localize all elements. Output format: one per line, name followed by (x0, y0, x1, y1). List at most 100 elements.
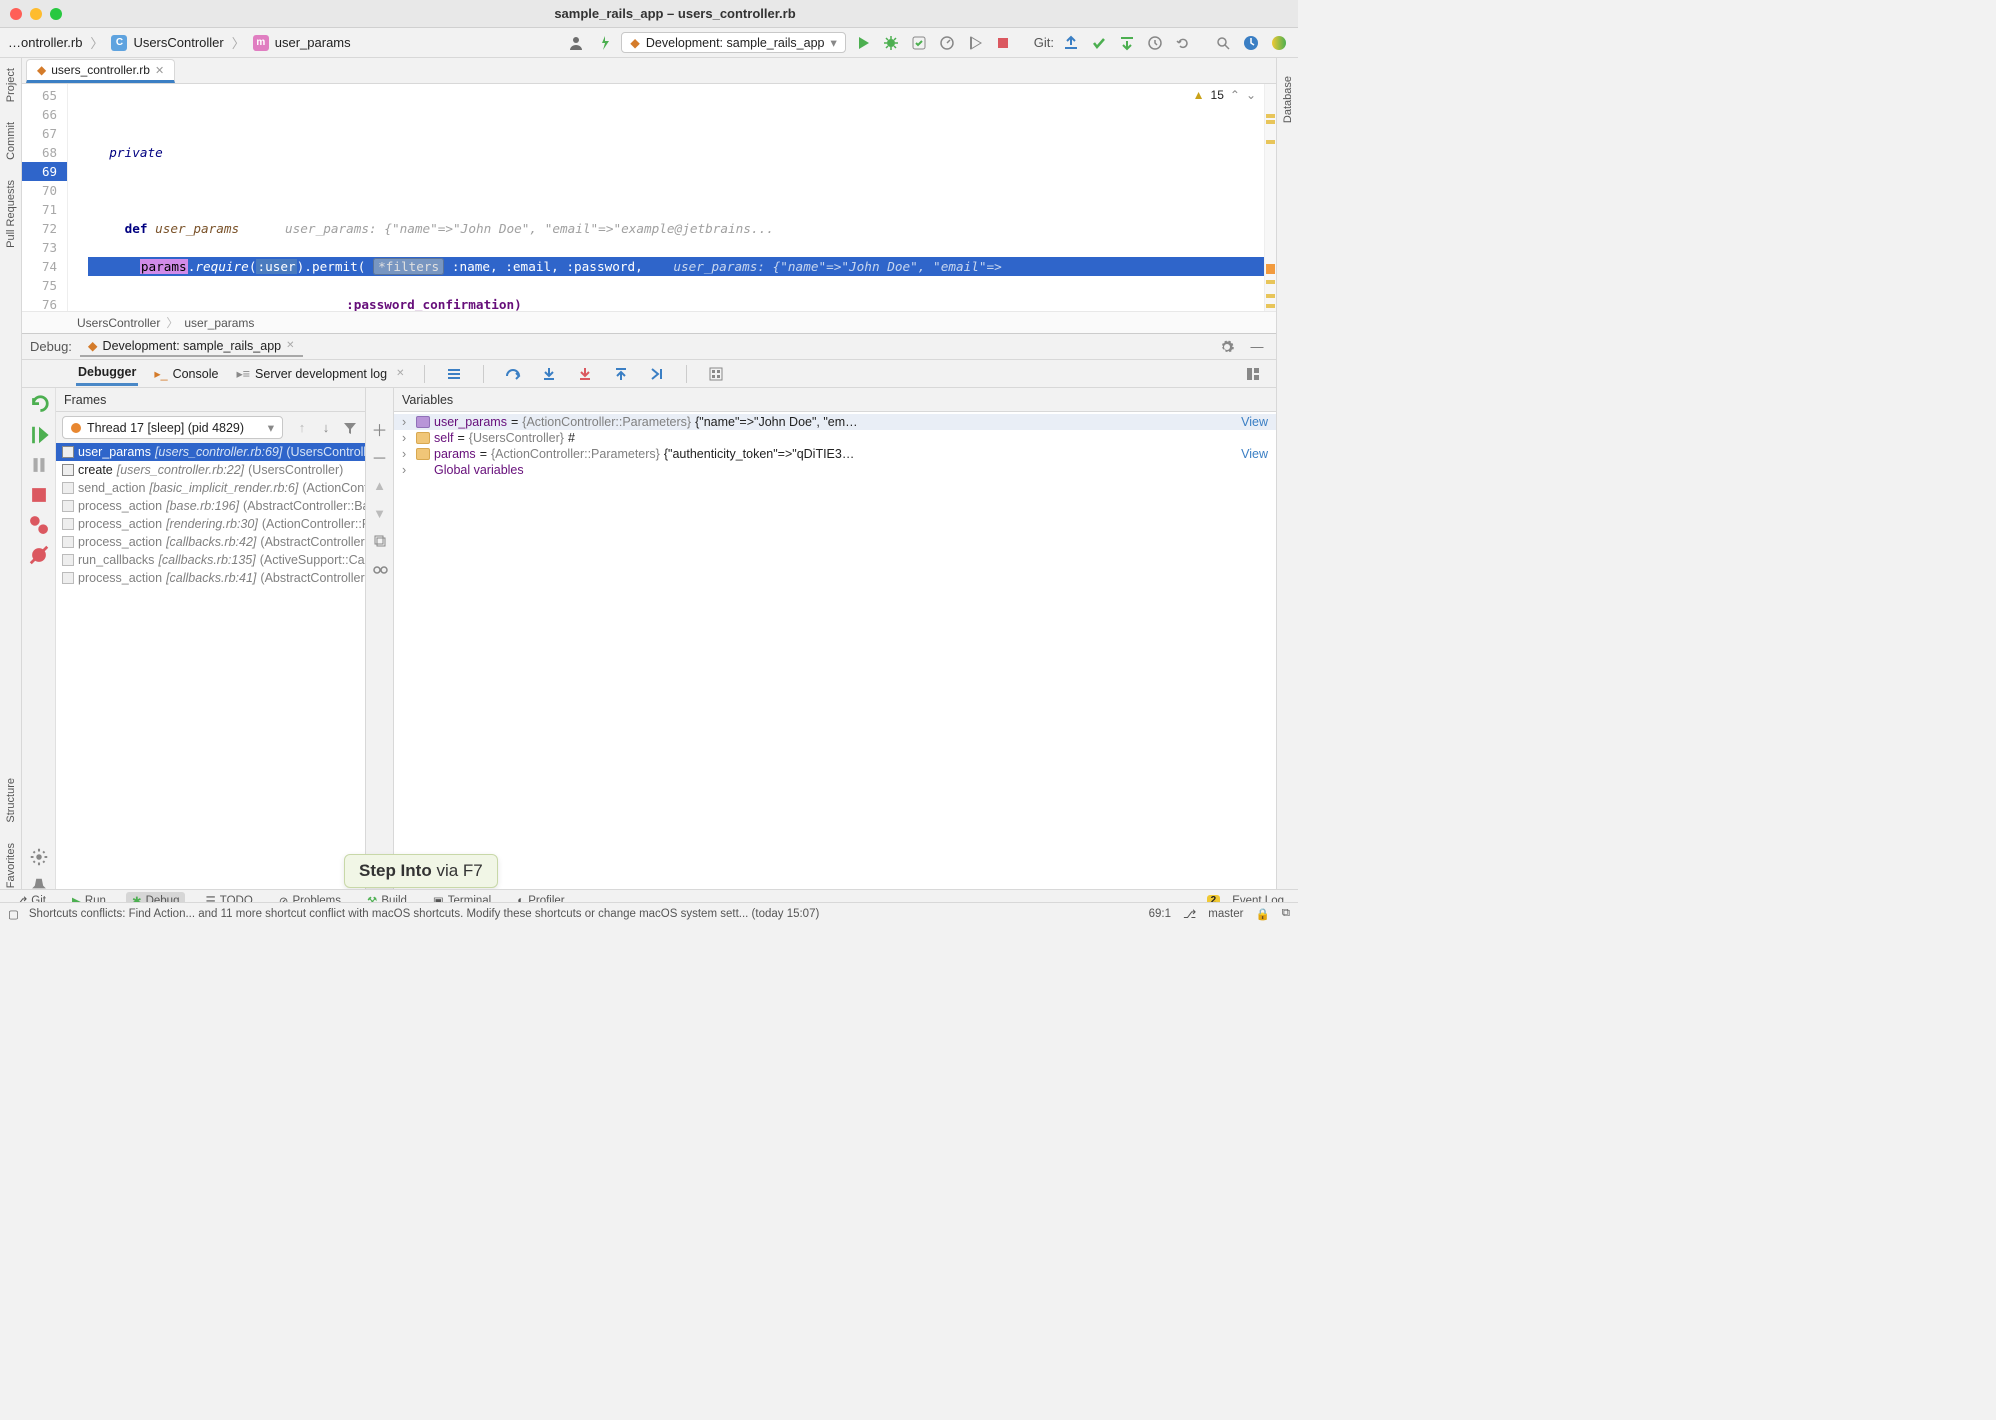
stack-frame[interactable]: process_action [base.rb:196] (AbstractCo… (56, 497, 365, 515)
editor-marker-bar[interactable] (1264, 84, 1276, 311)
pause-icon[interactable] (28, 454, 50, 476)
left-tool-strip: Project Commit Pull Requests Structure F… (0, 58, 22, 898)
git-commit-icon[interactable] (1088, 32, 1110, 54)
resume-icon[interactable] (28, 424, 50, 446)
run-button[interactable] (852, 32, 874, 54)
editor-body[interactable]: 656667 6869 707172 737475 7677 private d… (22, 84, 1276, 311)
code-content[interactable]: private def user_params user_params: {"n… (88, 84, 1276, 311)
run-to-cursor-icon[interactable] (646, 363, 668, 385)
debug-left-buttons (22, 388, 56, 898)
glasses-icon[interactable] (369, 558, 391, 580)
chevron-up-icon[interactable]: ⌃ (1230, 88, 1240, 102)
run-config-name: Development: sample_rails_app (646, 36, 825, 50)
history-icon[interactable] (1144, 32, 1166, 54)
git-label: Git: (1034, 35, 1054, 50)
memory-icon[interactable]: ⧉ (1282, 907, 1290, 920)
force-step-into-icon[interactable] (574, 363, 596, 385)
layout-icon[interactable] (443, 363, 465, 385)
close-icon[interactable]: ✕ (155, 64, 164, 77)
frame-list[interactable]: user_params [users_controller.rb:69] (Us… (56, 443, 365, 898)
variable-row[interactable]: ›Global variables (394, 462, 1276, 478)
branch-name[interactable]: master (1208, 908, 1243, 920)
windows-icon[interactable]: ▢ (8, 907, 19, 921)
crumb-method[interactable]: user_params (184, 316, 254, 330)
next-frame-icon[interactable]: ↓ (315, 417, 337, 439)
structure-tool-button[interactable]: Structure (5, 768, 17, 833)
server-log-tab[interactable]: ▸≡Server development log✕ (234, 362, 406, 385)
thread-selector[interactable]: Thread 17 [sleep] (pid 4829) ▾ (62, 416, 283, 439)
copy-icon[interactable] (369, 530, 391, 552)
layout-settings-icon[interactable] (1242, 363, 1264, 385)
variable-row[interactable]: ›params = {ActionController::Parameters}… (394, 446, 1276, 462)
sync-icon[interactable] (1240, 32, 1262, 54)
filter-icon[interactable] (339, 417, 361, 439)
variable-row[interactable]: ›self = {UsersController} # (394, 430, 1276, 446)
breakpoints-icon[interactable] (28, 514, 50, 536)
step-out-icon[interactable] (610, 363, 632, 385)
search-icon[interactable] (1212, 32, 1234, 54)
stack-frame[interactable]: process_action [callbacks.rb:42] (Abstra… (56, 533, 365, 551)
settings-icon[interactable] (28, 846, 50, 868)
user-icon[interactable] (565, 32, 587, 54)
inspections-widget[interactable]: ▲ 15 ⌃ ⌄ (1193, 88, 1256, 102)
close-icon[interactable]: ✕ (396, 368, 404, 379)
lock-icon[interactable]: 🔒 (1255, 907, 1269, 921)
profile-button[interactable] (936, 32, 958, 54)
minimize-icon[interactable]: — (1246, 336, 1268, 358)
stack-frame[interactable]: user_params [users_controller.rb:69] (Us… (56, 443, 365, 461)
mute-breakpoints-icon[interactable] (28, 544, 50, 566)
debug-button[interactable] (880, 32, 902, 54)
breadcrumb-class[interactable]: UsersController (133, 35, 223, 50)
gear-icon[interactable] (1216, 336, 1238, 358)
attach-button[interactable] (964, 32, 986, 54)
debug-session-tab[interactable]: ◆ Development: sample_rails_app ✕ (80, 336, 303, 357)
gutter: 656667 6869 707172 737475 7677 (22, 84, 68, 311)
pull-requests-tool-button[interactable]: Pull Requests (5, 170, 17, 258)
stack-frame[interactable]: send_action [basic_implicit_render.rb:6]… (56, 479, 365, 497)
commit-tool-button[interactable]: Commit (5, 112, 17, 170)
coverage-button[interactable] (908, 32, 930, 54)
step-over-icon[interactable] (502, 363, 524, 385)
rollback-icon[interactable] (1172, 32, 1194, 54)
database-tool-button[interactable]: Database (1282, 66, 1294, 133)
step-into-icon[interactable] (538, 363, 560, 385)
breadcrumb-file[interactable]: …ontroller.rb (8, 35, 82, 50)
log-icon: ▸≡ (236, 366, 250, 381)
stop-button[interactable] (992, 32, 1014, 54)
project-tool-button[interactable]: Project (5, 58, 17, 112)
variable-list[interactable]: ›user_params = {ActionController::Parame… (394, 412, 1276, 898)
build-icon[interactable] (593, 32, 615, 54)
evaluate-icon[interactable] (705, 363, 727, 385)
stop-icon[interactable] (28, 484, 50, 506)
run-configuration-select[interactable]: ◆ Development: sample_rails_app ▾ (621, 32, 845, 53)
up-icon[interactable]: ▲ (369, 474, 391, 496)
stack-frame[interactable]: run_callbacks [callbacks.rb:135] (Active… (56, 551, 365, 569)
close-icon[interactable]: ✕ (286, 340, 294, 351)
console-tab[interactable]: ▸_Console (152, 362, 220, 385)
stack-frame[interactable]: create [users_controller.rb:22] (UsersCo… (56, 461, 365, 479)
prev-frame-icon[interactable]: ↑ (291, 417, 313, 439)
crumb-class[interactable]: UsersController (77, 316, 160, 330)
console-icon: ▸_ (154, 366, 167, 381)
git-pull-icon[interactable] (1060, 32, 1082, 54)
debugger-tab[interactable]: Debugger (76, 361, 138, 386)
minimize-dot[interactable] (30, 8, 42, 20)
stack-frame[interactable]: process_action [rendering.rb:30] (Action… (56, 515, 365, 533)
variable-row[interactable]: ›user_params = {ActionController::Parame… (394, 414, 1276, 430)
ide-icon[interactable] (1268, 32, 1290, 54)
zoom-dot[interactable] (50, 8, 62, 20)
editor-tab[interactable]: ◆ users_controller.rb ✕ (26, 59, 175, 83)
down-icon[interactable]: ▼ (369, 502, 391, 524)
breadcrumb-method[interactable]: user_params (275, 35, 351, 50)
git-push-icon[interactable] (1116, 32, 1138, 54)
debug-toolbar: Debugger ▸_Console ▸≡Server development … (22, 360, 1276, 388)
chevron-down-icon[interactable]: ⌄ (1246, 88, 1256, 102)
branch-icon: ⎇ (1183, 907, 1196, 921)
add-watch-icon[interactable]: ＋ (369, 418, 391, 440)
close-dot[interactable] (10, 8, 22, 20)
status-message[interactable]: Shortcuts conflicts: Find Action... and … (29, 908, 819, 920)
rerun-icon[interactable] (28, 394, 50, 416)
caret-position[interactable]: 69:1 (1149, 908, 1171, 920)
stack-frame[interactable]: process_action [callbacks.rb:41] (Abstra… (56, 569, 365, 587)
remove-watch-icon[interactable]: － (369, 446, 391, 468)
